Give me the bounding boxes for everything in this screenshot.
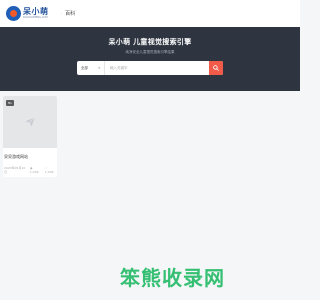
search-icon — [213, 65, 219, 71]
card-meta: 2023年05月10日 ◉ 1,299 ♡ 1,299 — [3, 160, 57, 177]
search-button[interactable] — [209, 61, 223, 75]
nav-bullet-icon: · — [60, 10, 63, 17]
card-date: 2023年05月10日 — [4, 166, 26, 174]
watermark-text: 笨熊收录网 — [120, 266, 225, 290]
search-category-select[interactable]: 全部 ▾ — [77, 61, 105, 75]
logo-icon — [6, 6, 21, 21]
logo-name: 呆小萌 — [23, 6, 49, 16]
card-likes: ♡ 1,299 — [45, 166, 56, 174]
card-likes-count: 1,299 — [44, 170, 54, 174]
logo-tagline: DAIXIAOMENG.COM — [23, 15, 48, 19]
nav-item-baike[interactable]: 百科 — [65, 10, 75, 17]
main-nav: · 百科 — [60, 10, 76, 18]
card-views-count: 1,299 — [29, 170, 39, 174]
top-bar: 呆小萌 DAIXIAOMENG.COM · 百科 — [0, 0, 300, 27]
hero-subtitle: 纯净安全儿童视觉搜索引擎结果 — [125, 50, 175, 54]
search-category-label: 全部 — [81, 65, 88, 70]
search-bar: 全部 ▾ — [77, 61, 223, 75]
hero-title: 呆小萌 儿童视觉搜索引擎 — [108, 38, 192, 46]
chevron-down-icon: ▾ — [98, 66, 100, 70]
card-views: ◉ 1,299 — [30, 166, 41, 174]
site-card[interactable]: ftv 呆呆游戏网站 2023年05月10日 ◉ 1,299 ♡ 1,299 — [3, 96, 57, 177]
site-logo[interactable]: 呆小萌 DAIXIAOMENG.COM — [6, 6, 49, 21]
hero-banner: 呆小萌 儿童视觉搜索引擎 纯净安全儿童视觉搜索引擎结果 — [0, 27, 300, 91]
card-thumbnail[interactable]: ftv — [3, 96, 57, 148]
card-title[interactable]: 呆呆游戏网站 — [3, 148, 57, 160]
search-input[interactable] — [105, 61, 209, 75]
paper-plane-icon — [25, 117, 36, 127]
card-badge: ftv — [6, 100, 14, 106]
